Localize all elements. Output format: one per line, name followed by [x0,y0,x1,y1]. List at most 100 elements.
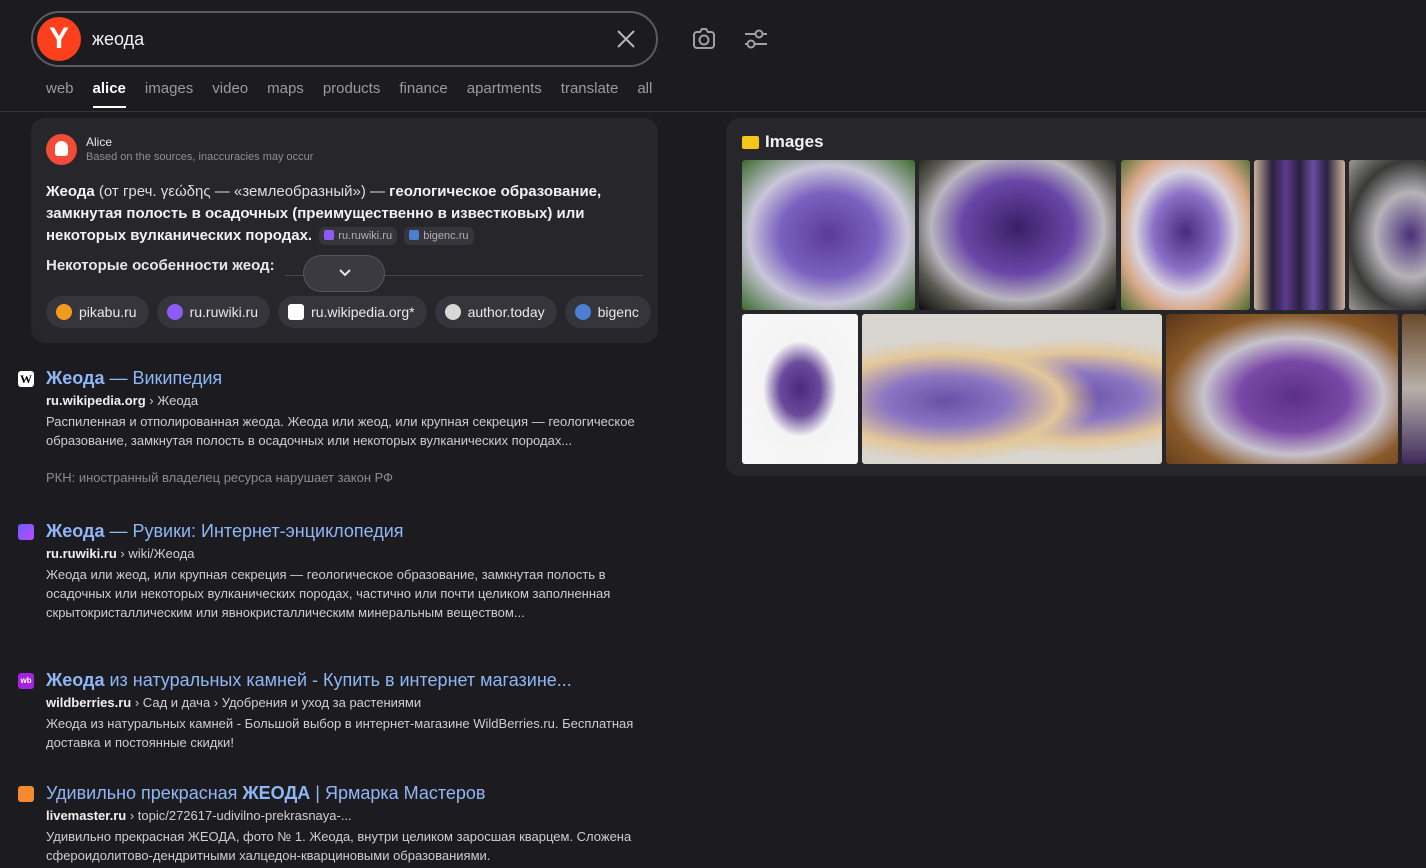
result-snippet: Удивильно прекрасная ЖЕОДА, фото № 1. Же… [46,829,632,863]
title-rest: — Рувики: Интернет-энциклопедия [104,521,404,541]
chevron-down-icon [339,269,351,277]
tab-video[interactable]: video [212,80,248,108]
ruwiki-icon [324,230,335,241]
ruwiki-icon [18,524,34,540]
result-url[interactable]: ru.ruwiki.ru › wiki/Жеода [46,546,194,561]
bigenc-icon [574,304,591,320]
images-heading-label: Images [765,132,824,151]
title-bold: Жеода [46,521,105,541]
source-label: bigenc.ru [423,230,469,243]
chip-label: author.today [467,304,545,320]
result-snippet: Жеода из натуральных камней - Большой вы… [46,716,634,750]
tab-web[interactable]: web [46,80,74,108]
result-title-link[interactable]: Жеода из натуральных камней - Купить в и… [46,670,572,691]
result-domain: wildberries.ru [46,695,132,710]
chip-label: pikabu.ru [79,304,137,320]
tab-translate[interactable]: translate [561,80,619,108]
tab-products[interactable]: products [323,80,381,108]
search-tabs: web alice images video maps products fin… [46,80,671,108]
alice-icon [46,134,77,165]
tab-apartments[interactable]: apartments [467,80,542,108]
source-badge-ruwiki[interactable]: ru.ruwiki.ru [319,227,398,246]
title-pre: Удивильно прекрасная [46,783,243,803]
camera-search-icon[interactable] [691,26,717,52]
result-url[interactable]: livemaster.ru › topic/272617-udivilno-pr… [46,808,352,823]
pikabu-icon [56,304,72,320]
filters-icon[interactable] [743,26,769,52]
ruwiki-icon [166,304,183,320]
answer-term: Жеода [46,183,95,200]
header: Y жеода web alice images video maps prod… [0,0,1426,112]
chip-label: ru.ruwiki.ru [189,304,259,320]
result-title-link[interactable]: Жеода — Рувики: Интернет-энциклопедия [46,521,404,542]
result-path: › Жеода [145,393,199,408]
alice-title: Alice [86,135,113,149]
result-snippet: Распиленная и отполированная жеода. Жеод… [46,414,635,448]
title-rest: — Википедия [104,368,223,388]
title-bold: ЖЕОДА [242,783,311,803]
result-path: › wiki/Жеода [116,546,195,561]
chip-bigenc[interactable]: bigenc [564,296,651,328]
search-result: Жеода — Рувики: Интернет-энциклопедия ru… [18,521,648,641]
search-input[interactable]: жеода [92,29,144,50]
answer-etymology: (от греч. γεώδης — «землеобразный») — [94,183,390,200]
wikipedia-icon [288,304,305,320]
result-url[interactable]: ru.wikipedia.org › Жеода [46,393,198,408]
author-today-icon [444,304,461,320]
expand-button[interactable] [303,255,385,292]
tab-alice[interactable]: alice [92,80,126,108]
tab-maps[interactable]: maps [267,80,304,108]
features-heading: Некоторые особенности жеод: [46,257,275,274]
result-title-link[interactable]: Жеода — Википедия [46,368,222,389]
chip-author-today[interactable]: author.today [434,296,557,328]
result-path: › Сад и дача › Удобрения и уход за расте… [131,695,422,710]
source-label: ru.ruwiki.ru [338,230,393,243]
result-domain: livemaster.ru [46,808,127,823]
result-notice: РКН: иностранный владелец ресурса наруша… [46,470,394,485]
image-thumbnail[interactable] [1402,314,1426,464]
chip-pikabu[interactable]: pikabu.ru [46,296,149,328]
result-snippet: Жеода или жеод, или крупная секреция — г… [46,567,611,620]
search-result: Удивильно прекрасная ЖЕОДА | Ярмарка Мас… [18,783,648,868]
livemaster-icon [18,786,34,802]
images-icon [742,135,759,149]
source-chips: pikabu.ru ru.ruwiki.ru ru.wikipedia.org*… [46,296,651,328]
title-rest: из натуральных камней - Купить в интерне… [104,670,572,690]
chip-label: ru.wikipedia.org* [311,304,415,320]
image-thumbnail[interactable] [919,160,1116,310]
image-thumbnail[interactable] [1166,314,1398,464]
chip-label: bigenc [597,304,639,320]
title-bold: Жеода [46,670,105,690]
alice-disclaimer: Based on the sources, inaccuracies may o… [86,151,314,163]
tab-images[interactable]: images [145,80,193,108]
chip-ruwiki[interactable]: ru.ruwiki.ru [156,296,271,328]
alice-answer-card: Alice Based on the sources, inaccuracies… [31,118,658,343]
search-box[interactable]: Y жеода [31,11,658,67]
clear-icon[interactable] [615,28,637,50]
image-thumbnail[interactable] [742,160,915,310]
wildberries-icon: wb [18,673,34,689]
result-domain: ru.ruwiki.ru [46,546,117,561]
search-result: W Жеода — Википедия ru.wikipedia.org › Ж… [18,368,648,488]
tab-all[interactable]: all [637,80,652,108]
title-bold: Жеода [46,368,105,388]
result-path: › topic/272617-udivilno-prekrasnaya-... [126,808,352,823]
wikipedia-icon: W [18,371,34,387]
tab-finance[interactable]: finance [399,80,447,108]
image-thumbnail[interactable] [1349,160,1426,310]
images-heading[interactable]: Images [742,132,824,152]
source-badge-bigenc[interactable]: bigenc.ru [404,227,474,246]
result-title-link[interactable]: Удивильно прекрасная ЖЕОДА | Ярмарка Мас… [46,783,486,804]
images-panel: Images [726,118,1426,476]
image-thumbnail[interactable] [1254,160,1345,310]
alice-answer-text: Жеода (от греч. γεώδης — «землеобразный»… [46,181,646,247]
image-thumbnail[interactable] [862,314,1162,464]
result-url[interactable]: wildberries.ru › Сад и дача › Удобрения … [46,695,421,710]
image-thumbnail[interactable] [1121,160,1250,310]
search-result: wb Жеода из натуральных камней - Купить … [18,670,648,750]
result-domain: ru.wikipedia.org [46,393,146,408]
chip-wikipedia[interactable]: ru.wikipedia.org* [278,296,427,328]
title-rest: | Ярмарка Мастеров [310,783,486,803]
yandex-logo-icon[interactable]: Y [37,17,81,61]
image-thumbnail[interactable] [742,314,858,464]
